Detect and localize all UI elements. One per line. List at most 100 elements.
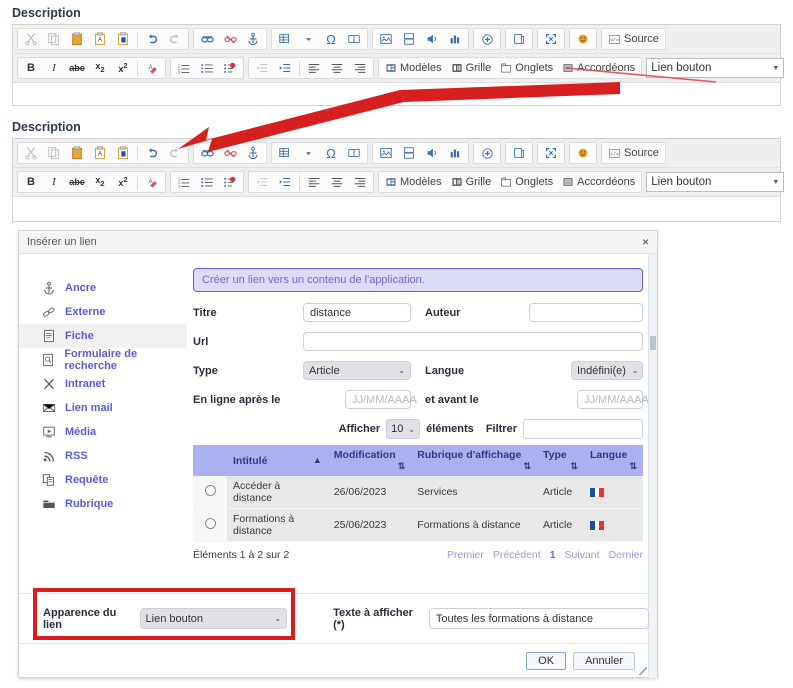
- style-select[interactable]: Lien bouton ▼: [646, 172, 785, 192]
- special-character-icon[interactable]: Ω: [320, 29, 342, 49]
- chart-icon[interactable]: [444, 29, 466, 49]
- templates-button[interactable]: Modèles: [381, 172, 446, 192]
- url-input[interactable]: [303, 332, 643, 351]
- indent-icon[interactable]: [274, 58, 296, 78]
- remove-format-icon[interactable]: A: [141, 58, 163, 78]
- bulleted-list-icon[interactable]: [196, 58, 218, 78]
- chevron-down-icon[interactable]: [297, 29, 319, 49]
- pagination-last[interactable]: Dernier: [609, 549, 643, 561]
- radio-button[interactable]: [204, 485, 216, 496]
- cut-icon[interactable]: [20, 29, 42, 49]
- subscript-icon[interactable]: x2: [89, 172, 111, 192]
- numbered-list-icon[interactable]: 123: [173, 172, 195, 192]
- pagination-first[interactable]: Premier: [447, 549, 484, 561]
- remove-format-icon[interactable]: A: [141, 172, 163, 192]
- table-row[interactable]: Formations à distance 25/06/2023 Formati…: [193, 508, 643, 542]
- document-icon[interactable]: [508, 29, 530, 49]
- auteur-input[interactable]: [529, 303, 643, 322]
- table-icon[interactable]: [274, 143, 296, 163]
- source-button[interactable]: </> Source: [604, 143, 663, 163]
- tabs-button[interactable]: Onglets: [496, 58, 557, 78]
- page-break-icon[interactable]: [343, 143, 365, 163]
- page-break-icon[interactable]: [343, 29, 365, 49]
- paste-word-icon[interactable]: [112, 29, 134, 49]
- indent-icon[interactable]: [274, 172, 296, 192]
- strikethrough-icon[interactable]: abc: [66, 58, 88, 78]
- copy-icon[interactable]: [43, 143, 65, 163]
- todo-list-icon[interactable]: [219, 172, 241, 192]
- maximize-icon[interactable]: [540, 29, 562, 49]
- audio-icon[interactable]: [421, 29, 443, 49]
- langue-select[interactable]: Indéfini(e) ⌄: [571, 361, 643, 380]
- accordions-button[interactable]: Accordéons: [558, 58, 639, 78]
- redo-icon[interactable]: [164, 29, 186, 49]
- subscript-icon[interactable]: x2: [89, 58, 111, 78]
- accordions-button[interactable]: Accordéons: [558, 172, 639, 192]
- rich-text-editor-2[interactable]: A Ω </> Source B I abc x2 x2 A 1 2 3 Mod…: [12, 138, 785, 222]
- align-right-icon[interactable]: [349, 172, 371, 192]
- align-center-icon[interactable]: [326, 172, 348, 192]
- sidebar-item-formulaire-de-recherche[interactable]: Formulaire de recherche: [19, 348, 187, 372]
- column-header-intitule[interactable]: Intitulé ▲: [227, 445, 328, 476]
- bold-icon[interactable]: B: [20, 58, 42, 78]
- outdent-icon[interactable]: [251, 58, 273, 78]
- audio-icon[interactable]: [421, 143, 443, 163]
- unlink-icon[interactable]: [219, 143, 241, 163]
- todo-list-icon[interactable]: [219, 58, 241, 78]
- image-icon[interactable]: [375, 143, 397, 163]
- insert-plus-icon[interactable]: [476, 143, 498, 163]
- grid-button[interactable]: Grille: [447, 172, 496, 192]
- smiley-icon[interactable]: [572, 29, 594, 49]
- strikethrough-icon[interactable]: abc: [66, 172, 88, 192]
- column-header-modification[interactable]: Modification ⇅: [327, 445, 412, 476]
- chart-icon[interactable]: [444, 143, 466, 163]
- paste-text-icon[interactable]: A: [89, 143, 111, 163]
- italic-icon[interactable]: I: [43, 172, 65, 192]
- column-header-type[interactable]: Type ⇅: [536, 445, 584, 476]
- filter-input[interactable]: [523, 419, 643, 439]
- undo-icon[interactable]: [141, 29, 163, 49]
- grid-button[interactable]: Grille: [447, 58, 496, 78]
- table-icon[interactable]: [274, 29, 296, 49]
- superscript-icon[interactable]: x2: [112, 58, 134, 78]
- align-left-icon[interactable]: [303, 58, 325, 78]
- numbered-list-icon[interactable]: 123: [173, 58, 195, 78]
- templates-button[interactable]: Modèles: [381, 58, 446, 78]
- editor-content-area-2[interactable]: [13, 197, 780, 221]
- source-button[interactable]: </> Source: [604, 29, 663, 49]
- tabs-button[interactable]: Onglets: [496, 172, 557, 192]
- video-icon[interactable]: [398, 143, 420, 163]
- online-after-input[interactable]: JJ/MM/AAAA: [345, 390, 417, 409]
- sidebar-item-media[interactable]: Média: [19, 420, 187, 444]
- titre-input[interactable]: distance: [303, 303, 411, 322]
- special-character-icon[interactable]: Ω: [320, 143, 342, 163]
- sidebar-item-lien-mail[interactable]: Lien mail: [19, 396, 187, 420]
- align-left-icon[interactable]: [303, 172, 325, 192]
- link-icon[interactable]: [196, 143, 218, 163]
- align-center-icon[interactable]: [326, 58, 348, 78]
- ok-button[interactable]: OK: [526, 651, 567, 670]
- pagination-page-1[interactable]: 1: [550, 549, 556, 561]
- before-input[interactable]: JJ/MM/AAAA: [577, 390, 649, 409]
- unlink-icon[interactable]: [219, 29, 241, 49]
- link-icon[interactable]: [196, 29, 218, 49]
- bold-icon[interactable]: B: [20, 172, 42, 192]
- scrollbar-thumb[interactable]: [650, 336, 656, 350]
- anchor-icon[interactable]: [242, 143, 264, 163]
- outdent-icon[interactable]: [251, 172, 273, 192]
- image-icon[interactable]: [375, 29, 397, 49]
- editor-content-area-1[interactable]: [13, 83, 780, 105]
- column-header-rubrique[interactable]: Rubrique d'affichage ⇅: [411, 445, 537, 476]
- dialog-scrollbar[interactable]: [648, 254, 657, 678]
- cut-icon[interactable]: [20, 143, 42, 163]
- style-select[interactable]: Lien bouton ▼: [646, 58, 785, 78]
- resize-grip[interactable]: [639, 667, 647, 675]
- redo-icon[interactable]: [164, 143, 186, 163]
- paste-word-icon[interactable]: [112, 143, 134, 163]
- sidebar-item-requete[interactable]: Requête: [19, 468, 187, 492]
- rich-text-editor-1[interactable]: A Ω </> Source B I abc x2 x2 A 1 2 3 Mod…: [12, 24, 785, 106]
- pagination-next[interactable]: Suivant: [565, 549, 600, 561]
- sidebar-item-rss[interactable]: RSS: [19, 444, 187, 468]
- sidebar-item-rubrique[interactable]: Rubrique: [19, 492, 187, 516]
- document-icon[interactable]: [508, 143, 530, 163]
